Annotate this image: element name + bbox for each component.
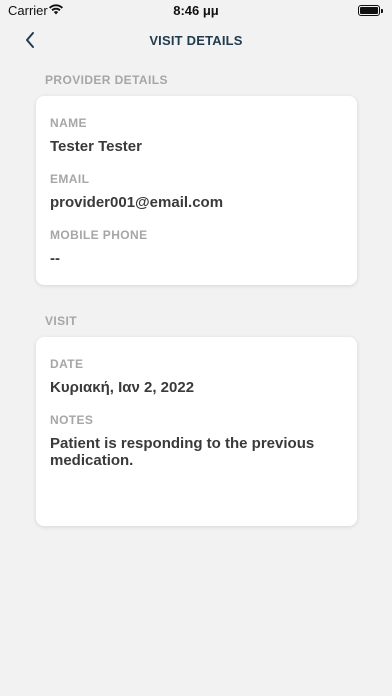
provider-details-section-title: PROVIDER DETAILS <box>45 73 168 87</box>
status-bar: Carrier 8:46 μμ <box>0 0 392 22</box>
visit-card: DATE Κυριακή, Ιαν 2, 2022 NOTES Patient … <box>36 337 357 526</box>
name-label: NAME <box>50 116 87 130</box>
page-title: VISIT DETAILS <box>149 33 243 48</box>
notes-value: Patient is responding to the previous me… <box>50 435 315 469</box>
email-label: EMAIL <box>50 172 90 186</box>
email-value: provider001@email.com <box>50 194 224 211</box>
provider-details-card: NAME Tester Tester EMAIL provider001@ema… <box>36 96 357 285</box>
date-label: DATE <box>50 357 84 371</box>
name-value: Tester Tester <box>50 138 142 155</box>
notes-field: NOTES Patient is responding to the previ… <box>50 413 343 469</box>
visit-section-title: VISIT <box>45 314 78 328</box>
mobile-phone-field: MOBILE PHONE -- <box>50 228 343 267</box>
status-time: 8:46 μμ <box>173 3 219 18</box>
date-value: Κυριακή, Ιαν 2, 2022 <box>50 379 195 396</box>
email-field: EMAIL provider001@email.com <box>50 172 343 211</box>
navigation-bar: VISIT DETAILS <box>0 26 392 56</box>
name-field: NAME Tester Tester <box>50 116 343 155</box>
mobile-phone-label: MOBILE PHONE <box>50 228 148 242</box>
mobile-phone-value: -- <box>50 250 60 267</box>
battery-icon <box>358 5 383 16</box>
date-field: DATE Κυριακή, Ιαν 2, 2022 <box>50 357 343 396</box>
notes-label: NOTES <box>50 413 94 427</box>
